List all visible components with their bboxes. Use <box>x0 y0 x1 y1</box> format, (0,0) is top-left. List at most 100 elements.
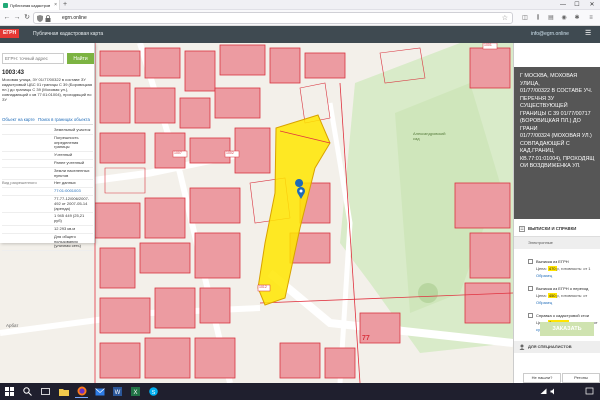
browser-tab-active[interactable]: Публичная кадастров × <box>0 0 60 10</box>
site-title: Публичная кадастровая карта <box>33 31 104 37</box>
map-parcel-label-3: 1007 <box>174 151 182 155</box>
site-header: ЕГРН Публичная кадастровая карта info@eg… <box>0 26 600 43</box>
property-row: Учтенный <box>2 152 93 160</box>
extracts-section-title: ВЫПИСКИ И СПРАВКИ <box>514 221 600 237</box>
property-value: 12 293 кв.м <box>54 225 76 231</box>
extract-checkbox[interactable] <box>528 313 533 318</box>
object-address: Моховая улица, ЗУ 01/77/00322 в составе … <box>2 77 93 102</box>
word-icon[interactable]: W <box>111 385 124 398</box>
browser-menu-icon[interactable]: ≡ <box>586 13 596 23</box>
property-label <box>2 235 54 249</box>
forward-arrow-icon[interactable]: → <box>12 13 22 23</box>
firefox-icon[interactable] <box>75 385 88 398</box>
browser-tab-bar: Публичная кадастров × + — ☐ ✕ <box>0 0 600 10</box>
network-icon[interactable] <box>540 388 547 395</box>
address-bar[interactable]: egrn.online ☆ <box>33 12 513 24</box>
bookmark-star-icon[interactable]: ☆ <box>502 14 508 23</box>
feedback-button[interactable]: Ретоны <box>562 373 600 383</box>
hamburger-menu-icon[interactable]: ☰ <box>585 30 591 38</box>
file-explorer-icon[interactable] <box>57 385 70 398</box>
search-button[interactable]: Найти <box>67 53 94 64</box>
property-row: Земли населенных пунктов <box>2 168 93 181</box>
pocket-icon[interactable]: ◫ <box>520 13 530 23</box>
skype-icon[interactable]: S <box>147 385 160 398</box>
property-value: Нет данных <box>54 180 76 186</box>
back-arrow-icon[interactable]: ← <box>2 13 12 23</box>
property-label <box>2 214 54 224</box>
site-logo[interactable]: ЕГРН <box>0 29 20 38</box>
tab-close-icon[interactable]: × <box>54 2 57 8</box>
extract-sample-link[interactable]: Образец <box>536 273 552 278</box>
not-found-button[interactable]: Не нашли? <box>523 373 561 383</box>
extract-name: Выписка из ЕГРН <box>536 259 569 264</box>
notification-icon[interactable] <box>585 387 594 396</box>
price-value: 470 <box>547 266 557 271</box>
property-row: Для общего пользования (уличная сеть) <box>2 233 93 252</box>
maximize-button[interactable]: ☐ <box>570 0 584 10</box>
property-row: 1 945 449 (25,21 руб) <box>2 213 93 226</box>
cadastral-number: 1003:43 <box>2 70 25 76</box>
property-value: Для общего пользования (уличная сеть) <box>54 233 81 249</box>
extract-name: Выписка из ЕГРН о переход <box>536 286 589 291</box>
property-label <box>2 128 54 133</box>
minimize-button[interactable]: — <box>556 0 570 10</box>
property-label <box>2 189 54 194</box>
map-parcel-label-2: 1002 <box>226 151 234 155</box>
contact-email-link[interactable]: info@egrn.online <box>531 30 569 38</box>
object-title-block: Г МОСКВА, МОХОВАЯ УЛИЦА, 01/77/00322 В СО… <box>514 67 600 219</box>
price-prefix: Цена: <box>536 293 547 298</box>
map-parcel-label-4: 1012 <box>259 285 267 289</box>
window-close-button[interactable]: ✕ <box>585 0 599 10</box>
property-label <box>2 169 54 179</box>
map-area-number: 77 <box>362 335 370 342</box>
sidebar-icon[interactable]: ▤ <box>546 13 556 23</box>
task-view-icon[interactable] <box>39 385 52 398</box>
property-row: 12 293 кв.м <box>2 226 93 234</box>
search-input[interactable] <box>2 53 64 64</box>
map-parcel-label-1: 1001 <box>484 43 492 47</box>
property-row: Земельный участок <box>2 127 93 135</box>
system-tray <box>540 385 598 398</box>
tab-title: Публичная кадастров <box>10 2 51 8</box>
extract-checkbox[interactable] <box>528 259 533 264</box>
object-info-panel: Найти 1003:43 Моховая улица, ЗУ 01/77/00… <box>0 43 95 252</box>
property-value: Земли населенных пунктов <box>54 167 90 178</box>
object-title-line: СОВПАДАЮЩЕЙ С КАД.ГРАНИЦ <box>520 140 570 155</box>
price-prefix: Цена: <box>536 266 547 271</box>
search-icon[interactable] <box>21 385 34 398</box>
property-value[interactable]: 77:01:0001003 <box>54 188 93 194</box>
mail-icon[interactable] <box>93 385 106 398</box>
object-title-line: ОИ ВОЗДВИЖЕНКА УЛ. <box>520 163 581 169</box>
account-icon[interactable]: ◉ <box>559 13 569 23</box>
svg-text:S: S <box>152 390 156 396</box>
property-label <box>2 136 54 150</box>
windows-taskbar: W X S <box>0 383 600 400</box>
excel-icon[interactable]: X <box>129 385 142 398</box>
new-tab-button[interactable]: + <box>63 1 67 9</box>
property-value: Ранее учтенный <box>54 159 85 165</box>
extract-checkbox[interactable] <box>528 286 533 291</box>
object-on-map-link[interactable]: Объект на карте <box>2 117 35 122</box>
property-label: Вид разрешенного <box>2 180 37 186</box>
order-button[interactable]: ЗАКАЗАТЬ <box>540 322 594 336</box>
user-icon <box>519 344 525 350</box>
extensions-icon[interactable]: ✱ <box>572 13 582 23</box>
object-title-line: 01/77/00322 В СОСТАВЕ УЧ. <box>520 88 593 94</box>
property-label <box>2 153 54 158</box>
search-in-borders-link[interactable]: Поиск в границах объекта <box>38 117 90 122</box>
property-row: 77:01:0001003 <box>2 188 93 196</box>
property-value: 77-77-12/006/2007-492 от 2007-05-14 (аре… <box>54 195 90 211</box>
windows-start-icon[interactable] <box>3 385 16 398</box>
lock-icon <box>45 15 51 22</box>
library-icon[interactable]: ⫼ <box>533 13 543 23</box>
specialists-section[interactable]: ДЛЯ СПЕЦИАЛИСТОВ <box>514 341 600 353</box>
object-title-line: (БОРОВИЦКАЯ ПЛ.) ДО ГРАНИ <box>520 118 581 132</box>
property-row: Вид разрешенного Нет данных <box>2 180 93 189</box>
electronic-subsection: Электронные <box>514 237 600 249</box>
object-title-line: КВ.77:01:01004), ПРОХОДЯЩ <box>520 155 595 162</box>
object-title-line: ГРАНИЦЫ С 39 01/77/00717 <box>520 110 591 117</box>
reload-icon[interactable]: ↻ <box>22 13 32 23</box>
extract-sample-link[interactable]: Образец <box>536 300 552 305</box>
volume-icon[interactable] <box>550 388 557 395</box>
property-value: Учтенный <box>54 152 73 158</box>
